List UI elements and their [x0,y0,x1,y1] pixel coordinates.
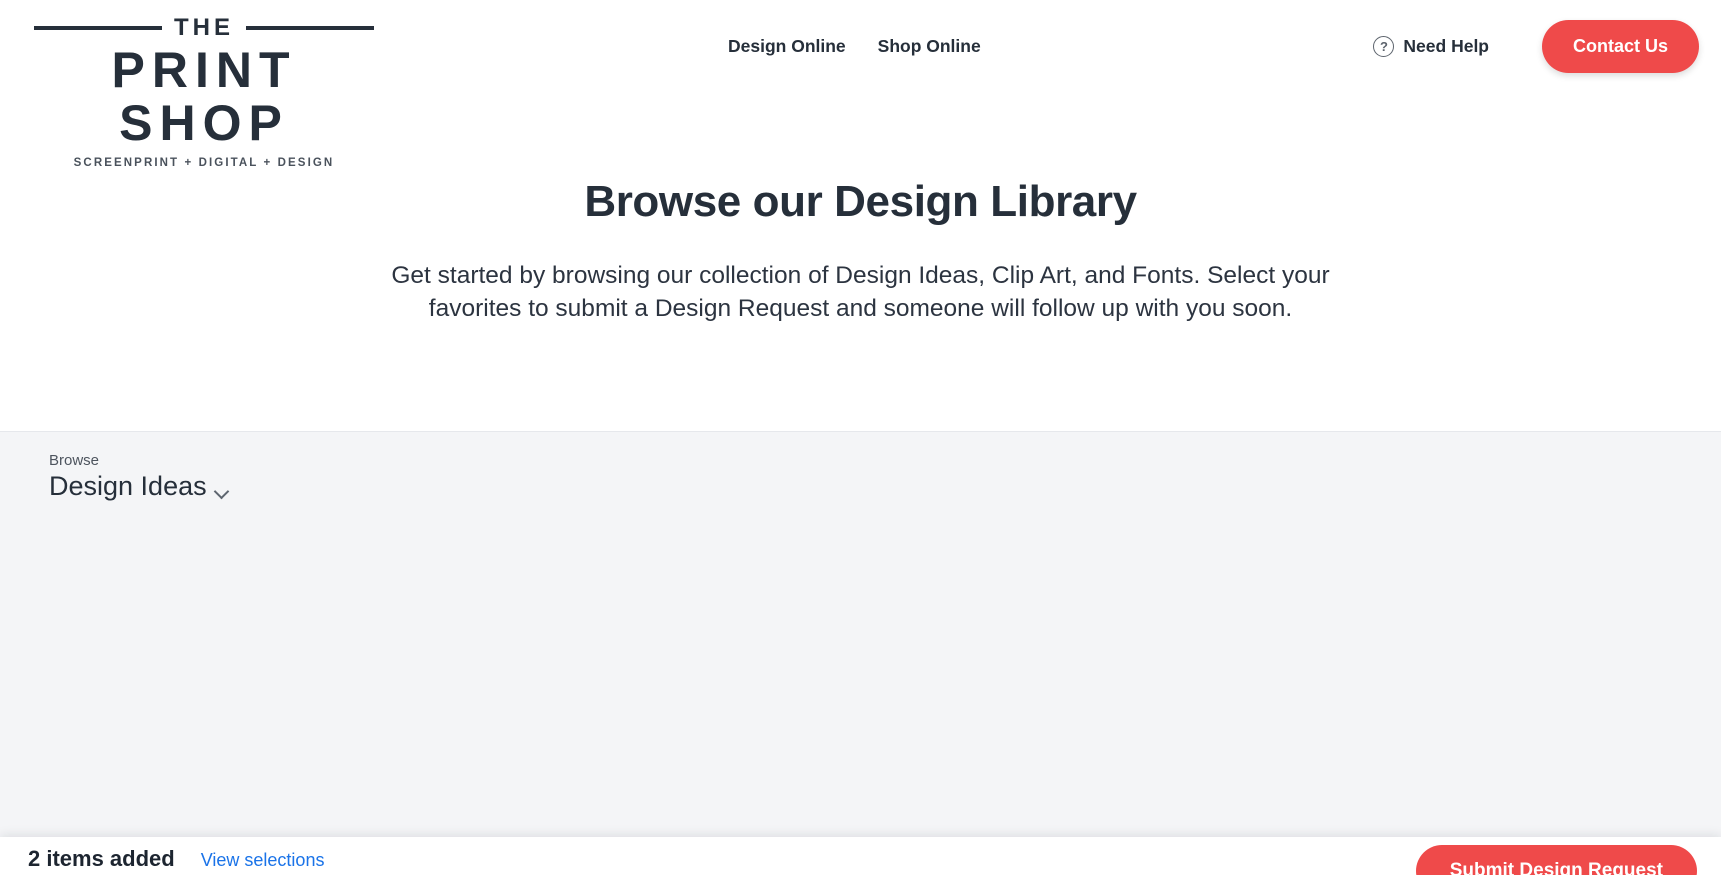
filter-bar: Browse Design Ideas [0,432,1721,540]
logo-main-text: PRINT SHOP [111,42,297,151]
view-selections-link[interactable]: View selections [201,850,325,871]
logo-rule-right [246,26,374,30]
selection-bottom-bar: 2 items added View selections Submit Des… [0,837,1721,875]
question-circle-icon: ? [1373,36,1395,57]
page-root: THE PRINT SHOP SCREENPRINT + DIGITAL + D… [0,0,1721,875]
logo-rule-left [34,26,162,30]
nav-item-design-online[interactable]: Design Online [728,36,846,57]
browse-value: Design Ideas [49,471,207,501]
submit-design-request-button[interactable]: Submit Design Request [1415,845,1697,875]
contact-us-button[interactable]: Contact Us [1541,20,1699,73]
nav-item-shop-online[interactable]: Shop Online [878,36,981,57]
need-help-link[interactable]: ? Need Help [1373,36,1489,57]
items-added-count: 2 items added [28,846,175,871]
browse-label: Browse [49,452,100,469]
need-help-label: Need Help [1403,36,1489,56]
main-nav: Design Online Shop Online [728,36,981,57]
hero-subtitle: Get started by browsing our collection o… [391,262,1330,322]
browse-value-row[interactable]: Design Ideas [49,471,229,501]
page-title: Browse our Design Library [584,177,1137,226]
chevron-down-icon [213,483,229,500]
logo-tagline: SCREENPRINT + DIGITAL + DESIGN [73,157,335,169]
browse-type-selector[interactable]: Browse Design Ideas [49,452,229,501]
logo-the-text: THE [174,14,234,41]
browse-panel: Browse Design Ideas Category Style Colle… [0,432,1721,875]
site-header: THE PRINT SHOP SCREENPRINT + DIGITAL + D… [0,0,1721,169]
site-logo[interactable]: THE PRINT SHOP SCREENPRINT + DIGITAL + D… [34,14,374,169]
selection-summary: 2 items added View selections [28,846,324,872]
logo-top-row: THE [34,14,374,42]
